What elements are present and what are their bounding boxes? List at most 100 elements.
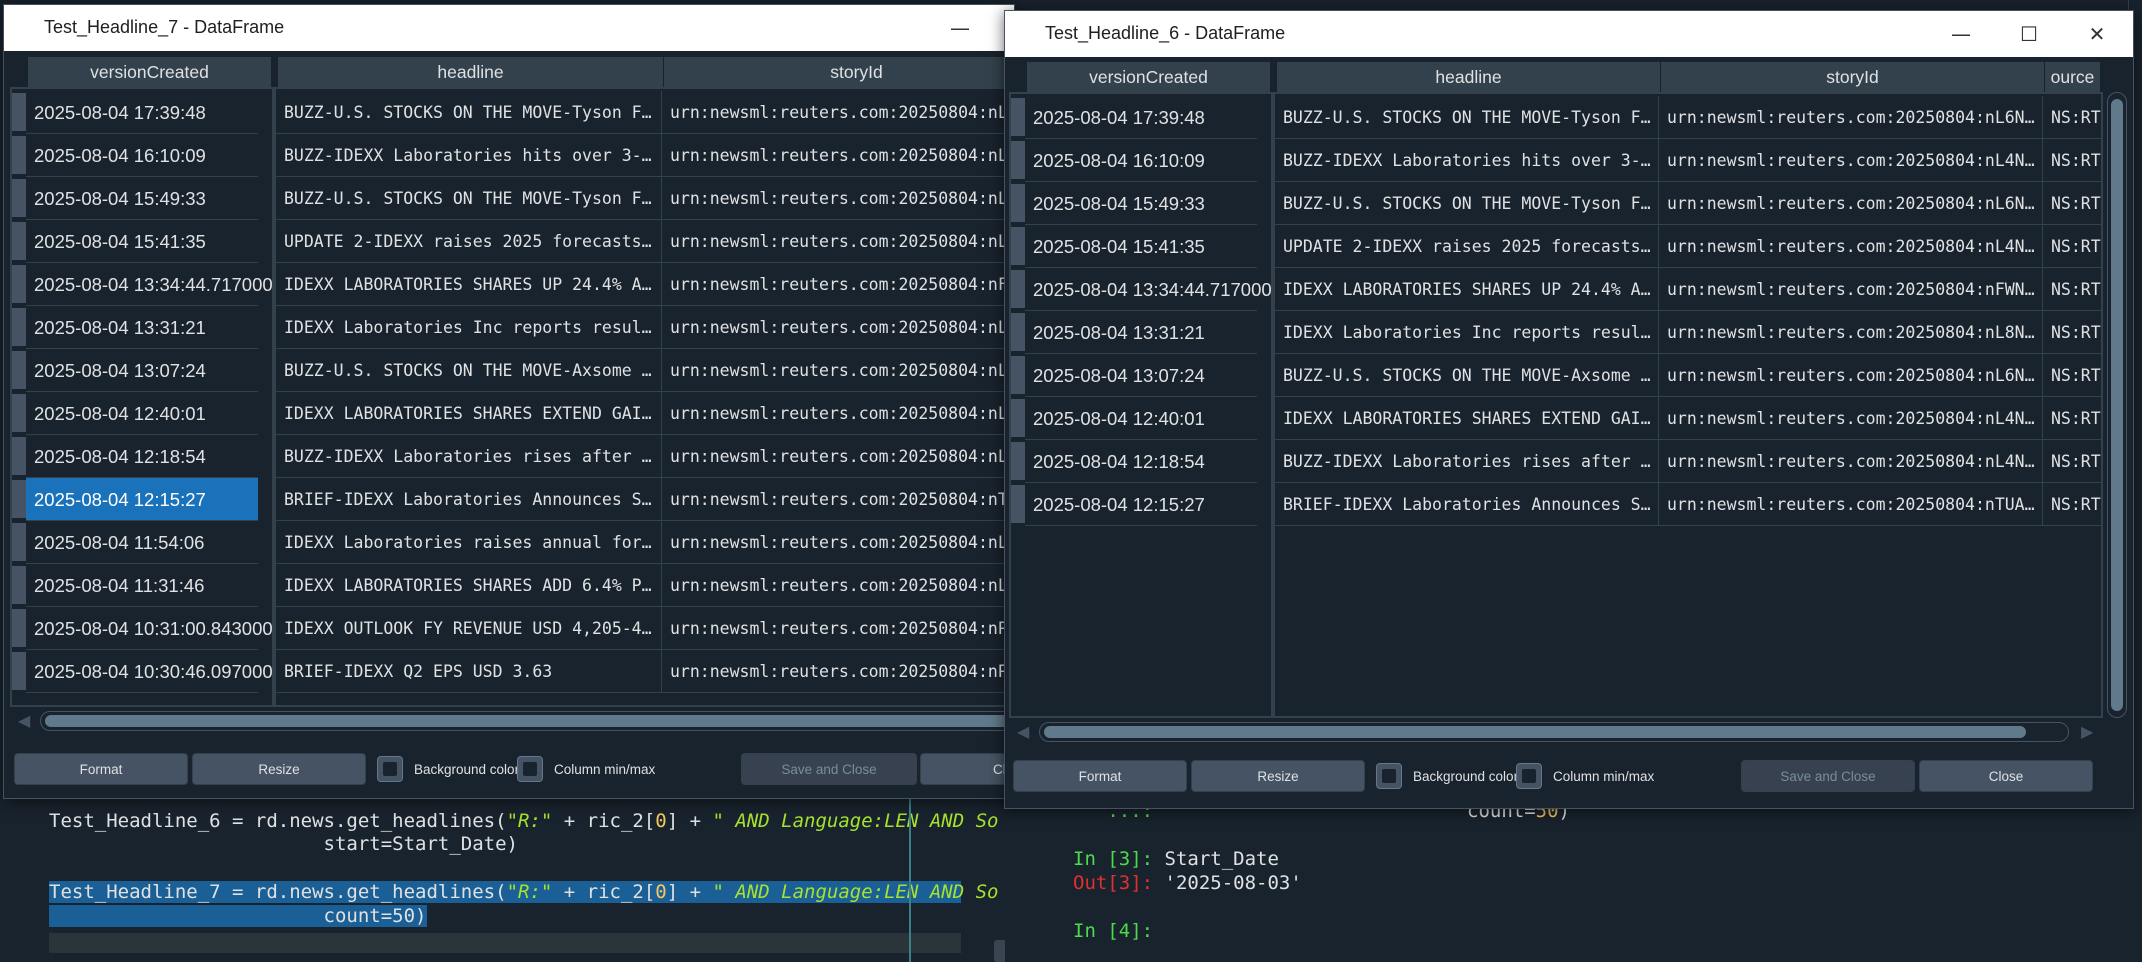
row-handle[interactable] [12, 437, 26, 475]
index-pane[interactable]: 2025-08-04 17:39:48 2025-08-04 16:10:09 20… [10, 87, 274, 707]
resize-button[interactable]: Resize [192, 753, 366, 785]
index-cell[interactable]: 2025-08-04 12:40:01 [26, 392, 258, 435]
close-button[interactable]: Close [1919, 760, 2093, 792]
row-handle[interactable] [12, 523, 26, 561]
table-cell[interactable]: UPDATE 2-IDEXX raises 2025 forecasts… [276, 220, 662, 263]
table-cell[interactable]: urn:newsml:reuters.com:20250804:nL4 [662, 134, 1014, 177]
index-cell[interactable]: 2025-08-04 12:40:01 [1025, 397, 1257, 440]
table-cell[interactable]: NS:RT [2043, 483, 2101, 526]
index-cell[interactable]: 2025-08-04 10:31:00.843000 [26, 607, 272, 650]
row-handle[interactable] [1011, 227, 1025, 265]
index-header[interactable]: versionCreated [1027, 62, 1271, 92]
table-cell[interactable]: BUZZ-IDEXX Laboratories hits over 3-… [276, 134, 662, 177]
row-handle[interactable] [1011, 442, 1025, 480]
horizontal-scrollbar[interactable] [1039, 722, 2069, 742]
table-cell[interactable]: IDEXX Laboratories raises annual for… [276, 521, 662, 564]
table-cell[interactable]: UPDATE 2-IDEXX raises 2025 forecasts… [1275, 225, 1659, 268]
table-cell[interactable]: BRIEF-IDEXX Q2 EPS USD 3.63 [276, 650, 662, 693]
table-cell[interactable]: IDEXX OUTLOOK FY REVENUE USD 4,205-4… [276, 607, 662, 650]
index-header[interactable]: versionCreated [28, 57, 272, 87]
table-cell[interactable]: urn:newsml:reuters.com:20250804:nPI [662, 607, 1014, 650]
row-handle[interactable] [12, 179, 26, 217]
table-cell[interactable]: urn:newsml:reuters.com:20250804:nL6N… [1659, 96, 2043, 139]
save-and-close-button[interactable]: Save and Close [1741, 760, 1915, 792]
table-cell[interactable]: urn:newsml:reuters.com:20250804:nFWN… [1659, 268, 2043, 311]
column-minmax-checkbox[interactable] [1516, 763, 1542, 789]
table-cell[interactable]: BUZZ-U.S. STOCKS ON THE MOVE-Axsome … [1275, 354, 1659, 397]
table-cell[interactable]: urn:newsml:reuters.com:20250804:nL4 [662, 392, 1014, 435]
table-cell[interactable]: IDEXX LABORATORIES SHARES UP 24.4% A… [276, 263, 662, 306]
table-cell[interactable]: NS:RT [2043, 311, 2101, 354]
format-button[interactable]: Format [1013, 760, 1187, 792]
table-cell[interactable]: urn:newsml:reuters.com:20250804:nL6 [662, 349, 1014, 392]
column-header-headline[interactable]: headline [1277, 62, 1661, 92]
vertical-scrollbar[interactable] [2107, 92, 2127, 718]
index-cell[interactable]: 2025-08-04 15:49:33 [1025, 182, 1257, 225]
index-cell[interactable]: 2025-08-04 13:34:44.717000 [26, 263, 272, 306]
column-header-storyid[interactable]: storyId [664, 57, 1014, 87]
index-cell[interactable]: 2025-08-04 13:07:24 [26, 349, 258, 392]
table-cell[interactable]: urn:newsml:reuters.com:20250804:nFW [662, 263, 1014, 306]
maximize-icon[interactable]: ☐ [2007, 19, 2051, 49]
row-handle[interactable] [12, 93, 26, 131]
format-button[interactable]: Format [14, 753, 188, 785]
table-cell[interactable]: BUZZ-IDEXX Laboratories hits over 3-… [1275, 139, 1659, 182]
index-cell[interactable]: 2025-08-04 11:54:06 [26, 521, 258, 564]
index-cell[interactable]: 2025-08-04 13:34:44.717000 [1025, 268, 1271, 311]
table-cell[interactable]: BUZZ-U.S. STOCKS ON THE MOVE-Tyson F… [276, 91, 662, 134]
table-cell[interactable]: BUZZ-U.S. STOCKS ON THE MOVE-Tyson F… [276, 177, 662, 220]
table-cell[interactable]: IDEXX LABORATORIES SHARES ADD 6.4% P… [276, 564, 662, 607]
table-cell[interactable]: BUZZ-IDEXX Laboratories rises after … [1275, 440, 1659, 483]
table-cell[interactable]: NS:RT [2043, 225, 2101, 268]
index-cell[interactable]: 2025-08-04 15:41:35 [26, 220, 258, 263]
index-cell[interactable]: 2025-08-04 10:30:46.097000 [26, 650, 272, 693]
table-cell[interactable]: urn:newsml:reuters.com:20250804:nL8 [662, 306, 1014, 349]
table-cell[interactable]: BRIEF-IDEXX Laboratories Announces S… [1275, 483, 1659, 526]
table-cell[interactable]: urn:newsml:reuters.com:20250804:nL4N… [1659, 440, 2043, 483]
row-handle[interactable] [1011, 141, 1025, 179]
table-cell[interactable]: BUZZ-U.S. STOCKS ON THE MOVE-Tyson F… [1275, 182, 1659, 225]
table-cell[interactable]: BUZZ-U.S. STOCKS ON THE MOVE-Axsome … [276, 349, 662, 392]
row-handle[interactable] [12, 480, 26, 518]
minimize-icon[interactable]: — [938, 13, 982, 43]
index-cell[interactable]: 2025-08-04 17:39:48 [1025, 96, 1257, 139]
vertical-scrollbar-thumb[interactable] [2111, 99, 2123, 711]
index-cell[interactable]: 2025-08-04 16:10:09 [26, 134, 258, 177]
table-cell[interactable]: urn:newsml:reuters.com:20250804:nL4N… [1659, 139, 2043, 182]
table-cell[interactable]: urn:newsml:reuters.com:20250804:nL4 [662, 220, 1014, 263]
horizontal-scrollbar-thumb[interactable] [1044, 726, 2026, 738]
table-cell[interactable]: NS:RT [2043, 354, 2101, 397]
column-header-source[interactable]: ource [2045, 62, 2101, 92]
index-cell[interactable]: 2025-08-04 12:15:27 [1025, 483, 1257, 526]
table-cell[interactable]: NS:RT [2043, 139, 2101, 182]
table-cell[interactable]: NS:RT [2043, 96, 2101, 139]
titlebar[interactable]: Test_Headline_7 - DataFrame — [4, 5, 1014, 51]
table-cell[interactable]: urn:newsml:reuters.com:20250804:nL4 [662, 564, 1014, 607]
table-cell[interactable]: urn:newsml:reuters.com:20250804:nTUA… [1659, 483, 2043, 526]
index-pane[interactable]: 2025-08-04 17:39:48 2025-08-04 16:10:09 20… [1009, 92, 1273, 718]
table-cell[interactable]: NS:RT [2043, 440, 2101, 483]
table-cell[interactable]: IDEXX Laboratories Inc reports resul… [1275, 311, 1659, 354]
horizontal-scrollbar[interactable] [40, 711, 1014, 731]
table-cell[interactable]: urn:newsml:reuters.com:20250804:nL6N… [1659, 354, 2043, 397]
resize-button[interactable]: Resize [1191, 760, 1365, 792]
index-cell[interactable]: 2025-08-04 12:18:54 [1025, 440, 1257, 483]
index-cell[interactable]: 2025-08-04 12:18:54 [26, 435, 258, 478]
titlebar[interactable]: Test_Headline_6 - DataFrame — ☐ ✕ [1005, 11, 2133, 57]
scroll-left-icon[interactable]: ◀ [18, 711, 30, 730]
table-cell[interactable]: urn:newsml:reuters.com:20250804:nL8N… [1659, 311, 2043, 354]
scroll-left-icon[interactable]: ◀ [1017, 722, 1029, 741]
background-color-checkbox[interactable] [377, 756, 403, 782]
table-cell[interactable]: urn:newsml:reuters.com:20250804:nL6 [662, 91, 1014, 134]
table-cell[interactable]: IDEXX LABORATORIES SHARES UP 24.4% A… [1275, 268, 1659, 311]
scroll-right-icon[interactable]: ▶ [2081, 722, 2093, 741]
row-handle[interactable] [12, 351, 26, 389]
row-handle[interactable] [12, 652, 26, 690]
table-cell[interactable]: urn:newsml:reuters.com:20250804:nPI [662, 650, 1014, 693]
table-cell[interactable]: urn:newsml:reuters.com:20250804:nL4N… [1659, 397, 2043, 440]
index-cell[interactable]: 2025-08-04 13:31:21 [26, 306, 258, 349]
row-handle[interactable] [12, 308, 26, 346]
row-handle[interactable] [1011, 356, 1025, 394]
index-cell[interactable]: 2025-08-04 11:31:46 [26, 564, 258, 607]
row-handle[interactable] [1011, 270, 1025, 308]
